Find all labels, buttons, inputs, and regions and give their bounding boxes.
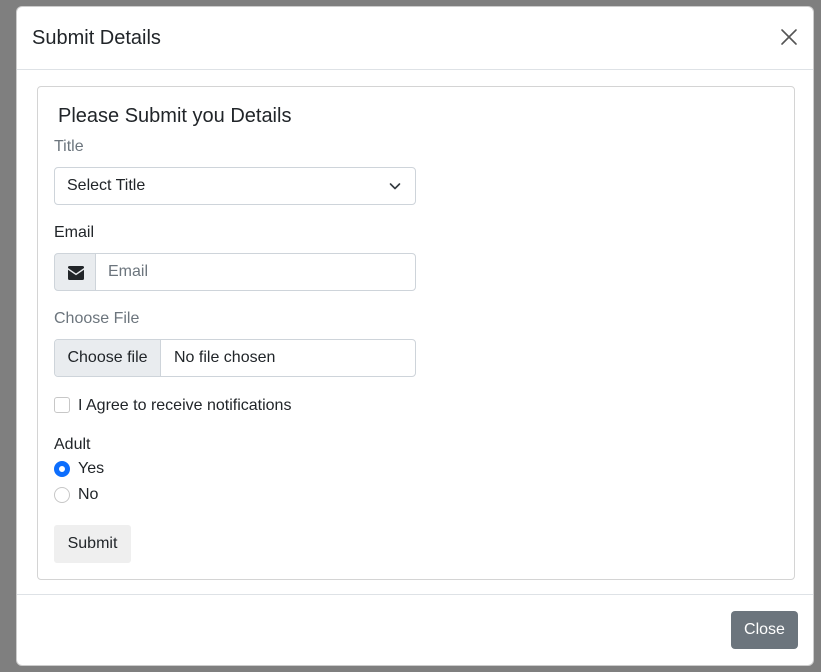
- close-icon: [781, 29, 797, 45]
- file-input[interactable]: Choose file No file chosen: [54, 339, 416, 377]
- close-button[interactable]: Close: [731, 611, 798, 649]
- submit-button[interactable]: Submit: [54, 525, 131, 563]
- file-label: Choose File: [54, 310, 140, 327]
- choose-file-button[interactable]: Choose file: [55, 340, 161, 376]
- title-select-value: Select Title: [67, 177, 146, 194]
- adult-radio-yes[interactable]: [54, 461, 70, 477]
- modal-header: Submit Details: [17, 7, 813, 70]
- adult-radio-yes-label[interactable]: Yes: [78, 459, 104, 479]
- adult-radio-no[interactable]: [54, 487, 70, 503]
- form-heading: Please Submit you Details: [58, 105, 292, 127]
- email-input-group: [54, 253, 416, 291]
- title-select[interactable]: Select Title: [54, 167, 416, 205]
- adult-radio-no-label[interactable]: No: [78, 485, 98, 505]
- modal-footer: Close: [17, 594, 813, 665]
- close-icon-button[interactable]: [779, 27, 799, 47]
- modal-title: Submit Details: [32, 27, 161, 49]
- envelope-icon: [68, 266, 84, 280]
- adult-label: Adult: [54, 436, 91, 453]
- email-input[interactable]: [95, 253, 416, 291]
- email-addon: [54, 253, 96, 291]
- title-label: Title: [54, 138, 84, 155]
- file-status-text: No file chosen: [174, 349, 276, 366]
- modal-body: Please Submit you Details Title Select T…: [17, 70, 813, 596]
- email-label: Email: [54, 224, 95, 241]
- notifications-checkbox[interactable]: [54, 397, 70, 413]
- form-card: Please Submit you Details Title Select T…: [37, 86, 795, 580]
- notifications-checkbox-label[interactable]: I Agree to receive notifications: [78, 396, 291, 416]
- submit-details-modal: Submit Details Please Submit you Details…: [16, 6, 814, 666]
- chevron-down-icon: [389, 183, 401, 190]
